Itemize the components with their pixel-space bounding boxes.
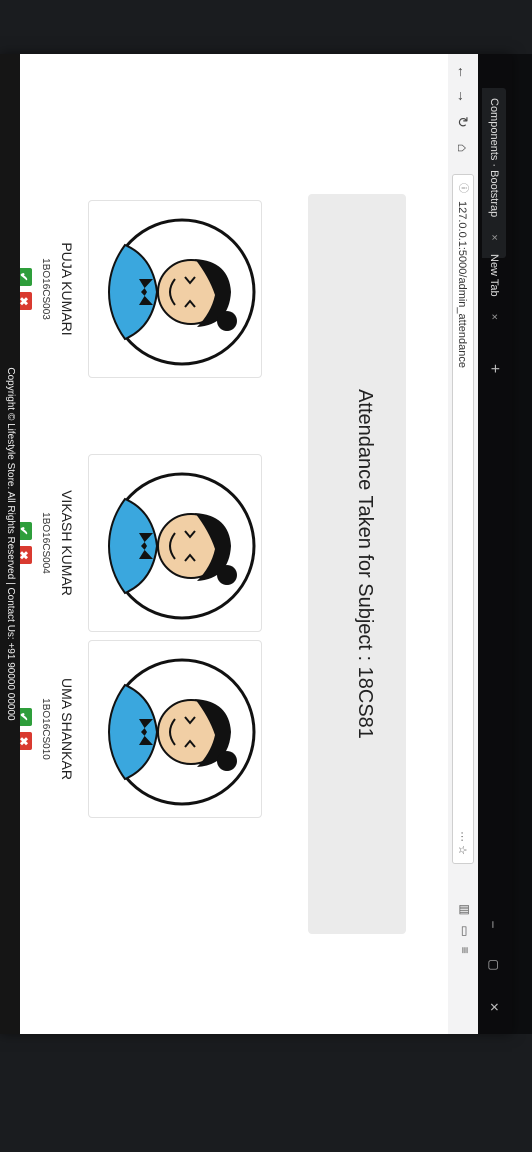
library-icon[interactable]: ▥ [458, 904, 472, 925]
avatar-icon [107, 218, 256, 366]
tab-label: New Tab [488, 254, 500, 297]
jumbotron: Attendance Taken for Subject : 18CS81 [308, 194, 406, 934]
navigation-bar: ← → ↻ ⌂ ⓘ 127.0.0.1:5000/admin_attendanc… [447, 54, 478, 1034]
tab-bootstrap[interactable]: Components · Bootstrap × [482, 88, 506, 258]
menu-icon[interactable]: ≡ [458, 947, 472, 964]
close-icon[interactable]: × [488, 314, 500, 320]
student-name: VIKASH KUMAR [59, 490, 75, 596]
os-taskbar [512, 54, 532, 1034]
student-name: PUJA KUMARI [59, 242, 75, 336]
reload-icon[interactable]: ↻ [453, 112, 473, 132]
student-name: UMA SHANKAR [59, 678, 75, 780]
lock-icon: ⓘ [457, 183, 468, 193]
avatar-icon [107, 472, 256, 620]
tab-new-tab[interactable]: New Tab × [482, 244, 506, 374]
toolbar-icons[interactable]: ▥▭≡ [458, 904, 472, 964]
home-icon[interactable]: ⌂ [453, 138, 473, 158]
bookmark-icon[interactable]: ··· ☆ [451, 831, 473, 855]
student-card: VIKASH KUMAR 1BO16CS004 ✔ ✖ [14, 454, 262, 632]
back-icon[interactable]: ← [453, 62, 473, 82]
close-icon[interactable]: × [488, 234, 500, 240]
monitor-screen: Components · Bootstrap × New Tab × + – ▢… [0, 0, 532, 1152]
browser-window: Components · Bootstrap × New Tab × + – ▢… [0, 54, 512, 1034]
tab-bar: Components · Bootstrap × New Tab × + – ▢… [478, 54, 512, 1034]
student-usn: 1BO16CS004 [40, 512, 51, 574]
address-bar[interactable]: ⓘ 127.0.0.1:5000/admin_attendance ··· ☆ [452, 174, 474, 864]
url-text: 127.0.0.1:5000/admin_attendance [456, 201, 468, 368]
avatar-icon [107, 658, 256, 806]
page-content: Attendance Taken for Subject : 18CS81 PU… [0, 54, 448, 1034]
student-usn: 1BO16CS003 [40, 258, 51, 320]
student-card: UMA SHANKAR 1BO16CS010 ✔ ✖ [14, 640, 262, 818]
student-card: PUJA KUMARI 1BO16CS003 ✔ ✖ [14, 200, 262, 378]
tab-label: Components · Bootstrap [488, 98, 500, 218]
subject-title: Attendance Taken for Subject : 18CS81 [354, 389, 376, 739]
sidebar-icon[interactable]: ▭ [458, 925, 472, 946]
window-controls[interactable]: – ▢ ✕ [482, 921, 506, 1026]
forward-icon[interactable]: → [453, 86, 473, 106]
page-footer: Copyright © Lifestyle Store. All Rights … [0, 54, 20, 1034]
student-usn: 1BO16CS010 [40, 698, 51, 760]
new-tab-button[interactable]: + [482, 364, 506, 373]
